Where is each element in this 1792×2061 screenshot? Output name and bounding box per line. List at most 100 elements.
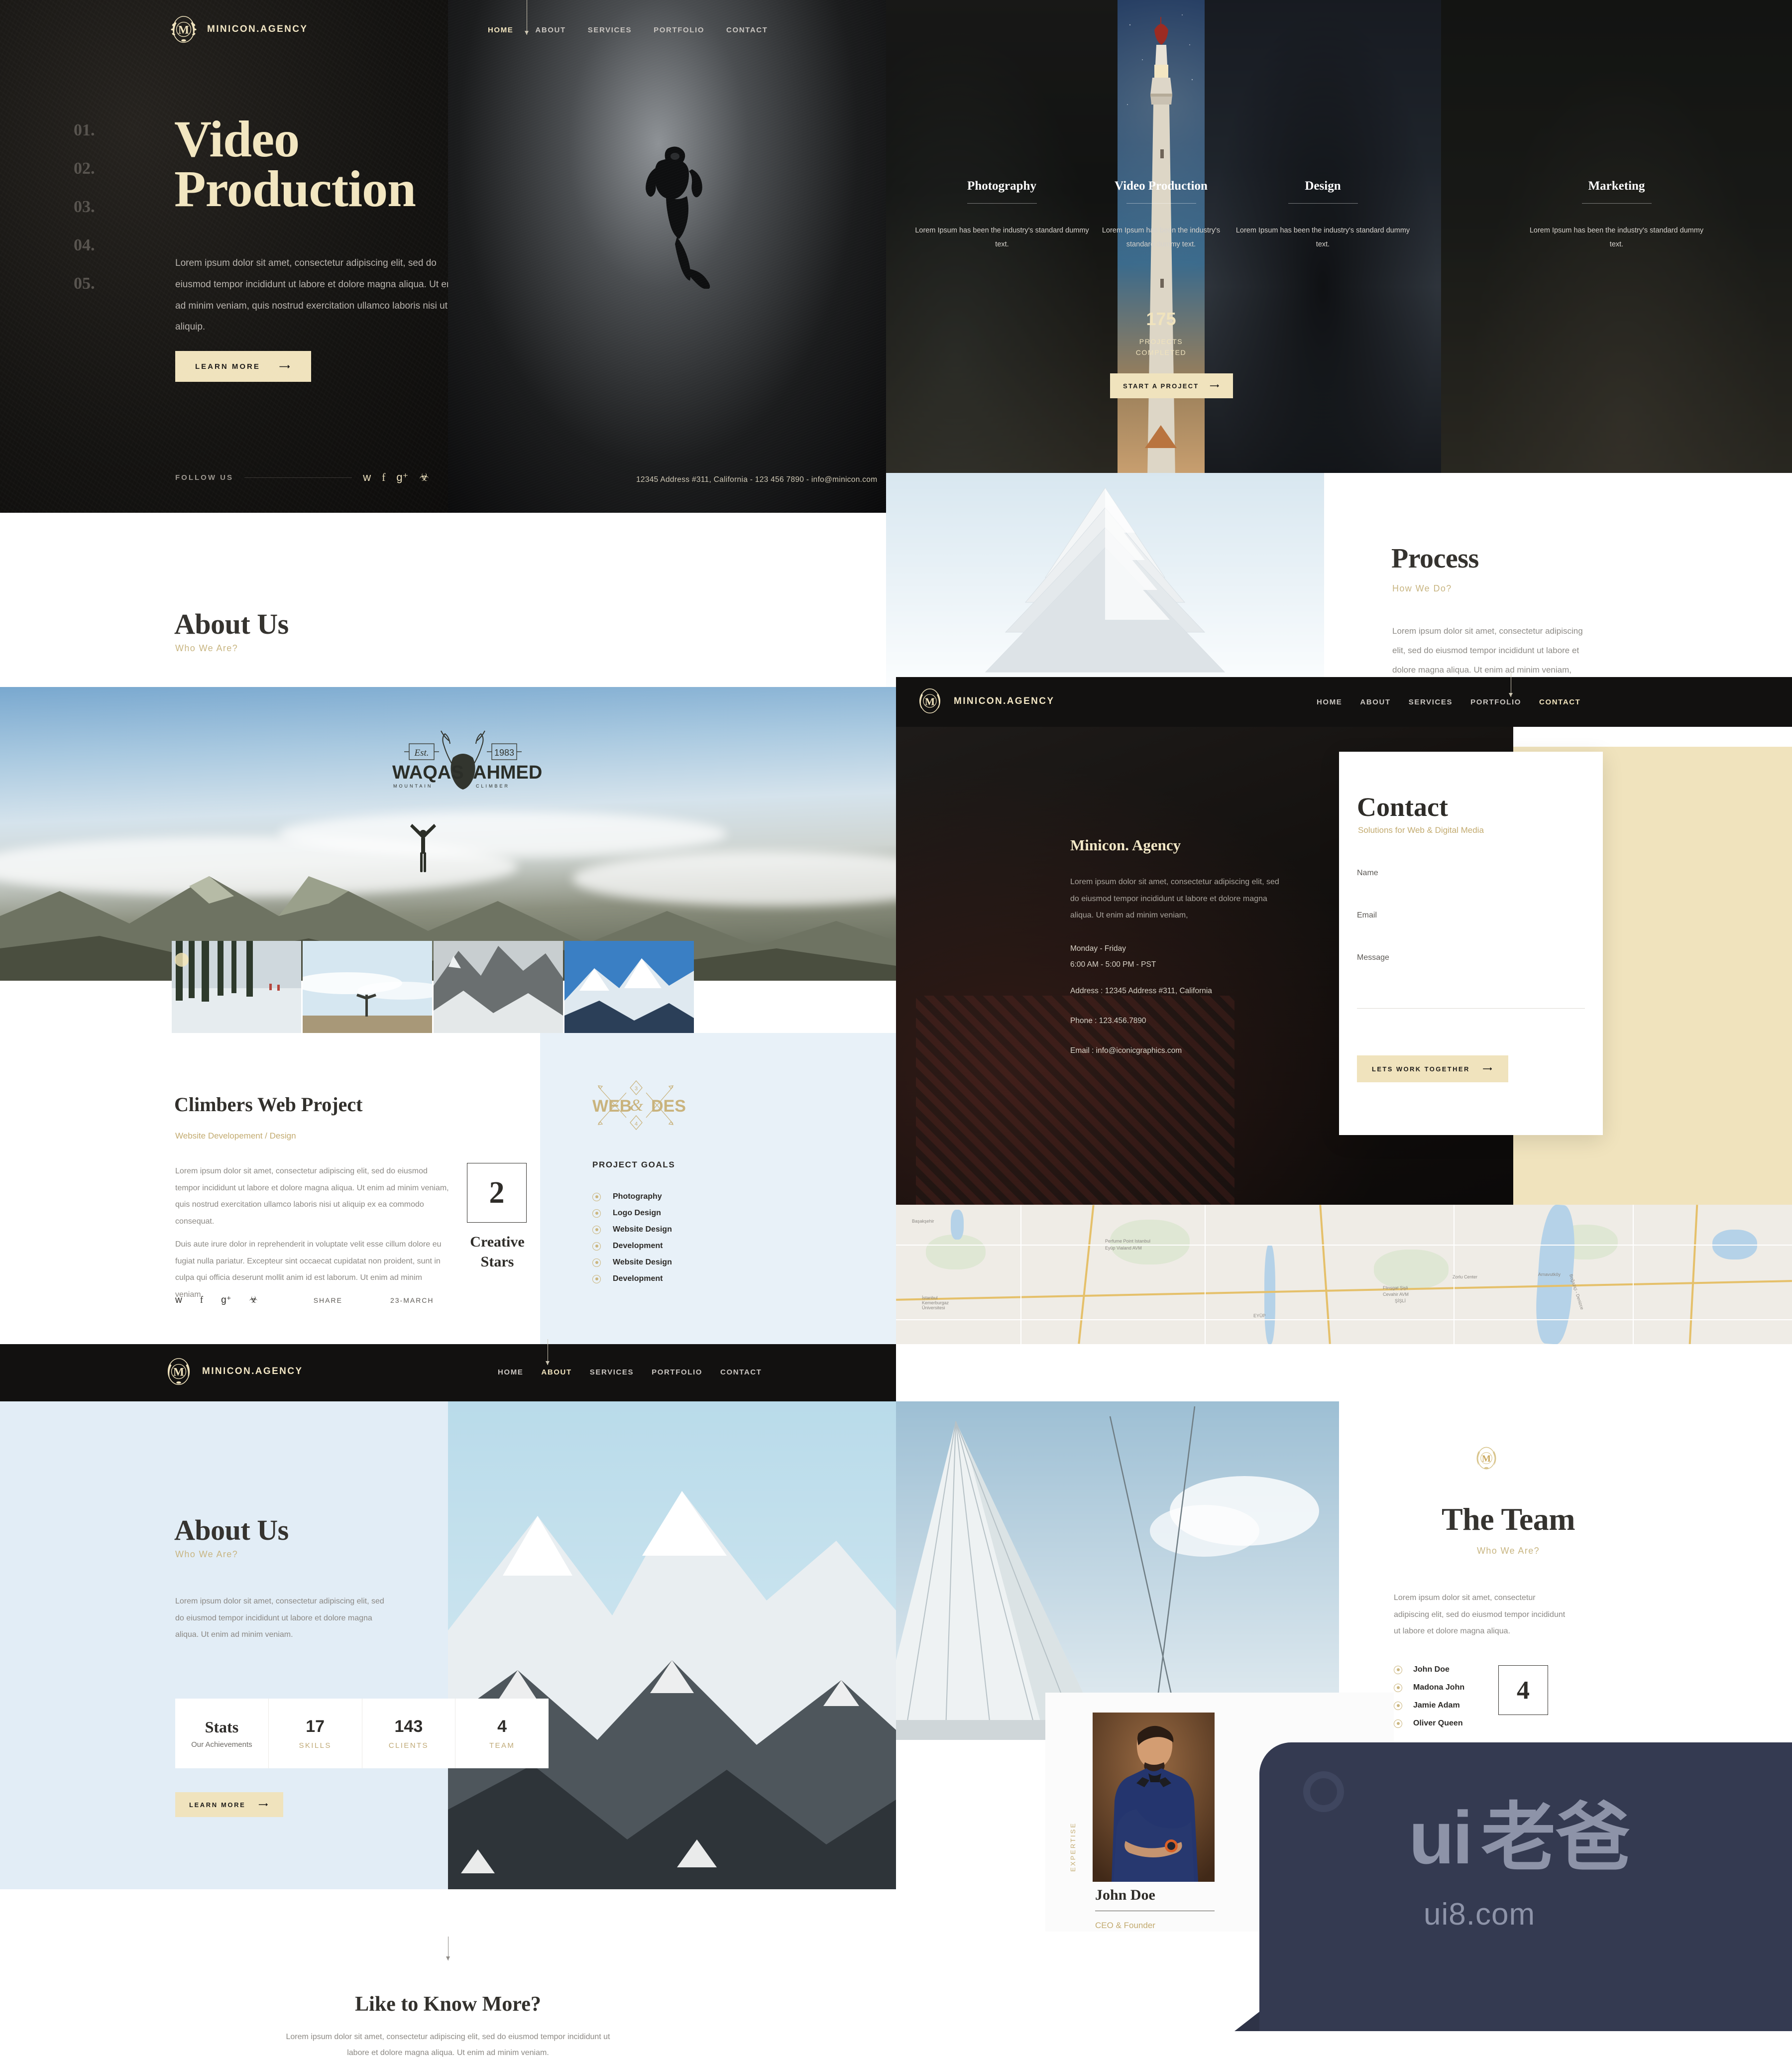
twitter-icon[interactable]: w — [363, 471, 371, 484]
watermark-url: ui8.com — [1424, 1897, 1536, 1932]
goal-item[interactable]: Photography — [592, 1192, 672, 1201]
bullet-dot-icon — [592, 1225, 601, 1234]
goal-item[interactable]: Logo Design — [592, 1209, 672, 1218]
nav-item-contact[interactable]: CONTACT — [720, 1368, 762, 1376]
lets-work-together-button[interactable]: LETS WORK TOGETHER ⟶ — [1357, 1055, 1508, 1082]
service-card-photography[interactable]: Photography Lorem Ipsum has been the ind… — [886, 0, 1118, 478]
goal-item[interactable]: Development — [592, 1274, 672, 1283]
hero-step-1[interactable]: 01. — [74, 122, 95, 139]
location-map[interactable]: Başakşehir Perfume Point Istanbul Eyüp V… — [896, 1205, 1792, 1344]
hero-step-3[interactable]: 03. — [74, 199, 95, 216]
start-project-button[interactable]: START A PROJECT ⟶ — [1110, 373, 1233, 398]
arrow-right-icon: ⟶ — [1482, 1065, 1493, 1072]
thumbnail-4[interactable] — [564, 941, 694, 1033]
year-label: 1983 — [494, 748, 514, 758]
climber-silhouette — [410, 824, 436, 872]
team-member[interactable]: Jamie Adam — [1394, 1701, 1464, 1710]
divider — [967, 203, 1037, 204]
project-title: Climbers Web Project — [174, 1093, 363, 1116]
thumbnail-3[interactable] — [434, 941, 563, 1033]
goal-item[interactable]: Website Design — [592, 1225, 672, 1234]
svg-text:M: M — [178, 24, 189, 37]
bullet-dot-icon — [592, 1209, 601, 1218]
twitter-icon[interactable]: w — [175, 1295, 182, 1306]
bullet-dot-icon — [592, 1242, 601, 1251]
logo-name-1: WAQAS — [392, 762, 464, 783]
name-field-group[interactable]: Name — [1357, 869, 1585, 896]
brand-logo[interactable]: M MINICON.AGENCY — [169, 15, 308, 44]
divider — [1288, 203, 1358, 204]
google-plus-icon[interactable]: g⁺ — [396, 471, 408, 484]
learn-more-button[interactable]: LEARN MORE ⟶ — [175, 351, 312, 382]
share-label[interactable]: SHARE — [314, 1296, 342, 1304]
hero-step-5[interactable]: 05. — [74, 275, 95, 292]
message-field-group[interactable]: Message — [1357, 953, 1585, 1009]
service-card-marketing[interactable]: Marketing Lorem Ipsum has been the indus… — [1441, 0, 1792, 478]
google-plus-icon[interactable]: g⁺ — [221, 1294, 231, 1306]
nav-item-home[interactable]: HOME — [488, 26, 513, 34]
rss-icon[interactable]: ☣ — [249, 1294, 258, 1306]
team-body: Lorem ipsum dolor sit amet, consectetur … — [1394, 1594, 1566, 1636]
nav-item-about[interactable]: ABOUT — [535, 26, 565, 34]
map-label: Arnavutköy — [1538, 1272, 1561, 1277]
about2-learn-more-button[interactable]: LEARN MORE ⟶ — [175, 1792, 283, 1817]
map-label: Eyüp Vialand AVM — [1105, 1246, 1142, 1251]
email-field-group[interactable]: Email — [1357, 911, 1585, 938]
about2-subtitle: Who We Are? — [175, 1549, 238, 1559]
contact-brand: Minicon. Agency — [1070, 836, 1181, 854]
bullet-dot-icon — [1394, 1683, 1402, 1692]
hero-step-4[interactable]: 04. — [74, 237, 95, 254]
watermark-cn-text: 老爸 — [1481, 1796, 1631, 1879]
top-navigation[interactable]: HOME ABOUT SERVICES PORTFOLIO CONTACT — [488, 26, 768, 34]
facebook-icon[interactable]: f — [200, 1295, 203, 1306]
goal-item[interactable]: Website Design — [592, 1258, 672, 1267]
map-label: EYÜP — [1253, 1313, 1266, 1318]
nav-item-services[interactable]: SERVICES — [588, 26, 632, 34]
nav-item-contact[interactable]: CONTACT — [726, 26, 768, 34]
logo-ampersand: & — [630, 1096, 644, 1115]
bullet-dot-icon — [592, 1274, 601, 1283]
contact-navigation[interactable]: HOME ABOUT SERVICES PORTFOLIO CONTACT — [1317, 698, 1580, 706]
laurel-monogram-icon: M — [916, 687, 945, 716]
project-goals-list: Photography Logo Design Website Design D… — [592, 1192, 672, 1283]
brand-logo[interactable]: M MINICON.AGENCY — [164, 1357, 303, 1386]
about2-learn-more-label: LEARN MORE — [189, 1801, 246, 1809]
brand-name: MINICON.AGENCY — [207, 24, 308, 34]
nav-item-portfolio[interactable]: PORTFOLIO — [1470, 698, 1521, 706]
about-subtitle: Who We Are? — [175, 643, 238, 653]
about-navigation[interactable]: HOME ABOUT SERVICES PORTFOLIO CONTACT — [498, 1368, 762, 1376]
nav-item-home[interactable]: HOME — [498, 1368, 523, 1376]
team-member[interactable]: Oliver Queen — [1394, 1719, 1464, 1728]
hero-step-2[interactable]: 02. — [74, 160, 95, 177]
contact-form-title: Contact — [1357, 792, 1448, 822]
hero-description: Lorem ipsum dolor sit amet, consectetur … — [175, 258, 462, 333]
brand-logo[interactable]: M MINICON.AGENCY — [916, 687, 1055, 716]
rss-icon[interactable]: ☣ — [419, 471, 429, 484]
service-title: Video Production — [1115, 179, 1208, 193]
nav-item-home[interactable]: HOME — [1317, 698, 1342, 706]
service-card-design[interactable]: Design Lorem Ipsum has been the industry… — [1205, 0, 1441, 478]
goal-item[interactable]: Development — [592, 1242, 672, 1251]
laurel-monogram-icon: M — [164, 1357, 193, 1386]
nav-item-services[interactable]: SERVICES — [1409, 698, 1453, 706]
thumbnail-1[interactable] — [172, 941, 301, 1033]
team-member[interactable]: Madona John — [1394, 1683, 1464, 1692]
logo-sub-2: CLIMBER — [476, 784, 510, 789]
nav-item-contact[interactable]: CONTACT — [1539, 698, 1580, 706]
facebook-icon[interactable]: f — [382, 471, 385, 484]
contact-phone: Phone : 123.456.7890 — [1070, 1017, 1146, 1025]
nav-item-portfolio[interactable]: PORTFOLIO — [654, 26, 704, 34]
message-field-label: Message — [1357, 953, 1389, 962]
team-member[interactable]: John Doe — [1394, 1665, 1464, 1674]
nav-item-services[interactable]: SERVICES — [590, 1368, 634, 1376]
divider — [244, 477, 352, 478]
thumbnail-2[interactable] — [303, 941, 432, 1033]
nav-item-about[interactable]: ABOUT — [1360, 698, 1390, 706]
architecture-photo — [886, 473, 1324, 687]
nav-item-about[interactable]: ABOUT — [541, 1368, 571, 1376]
message-input[interactable] — [1357, 1008, 1585, 1009]
project-paragraph-2: Duis aute irure dolor in reprehenderit i… — [175, 1240, 442, 1299]
nav-item-portfolio[interactable]: PORTFOLIO — [652, 1368, 702, 1376]
team-title: The Team — [1441, 1501, 1575, 1537]
contact-form-subtitle: Solutions for Web & Digital Media — [1358, 825, 1484, 835]
